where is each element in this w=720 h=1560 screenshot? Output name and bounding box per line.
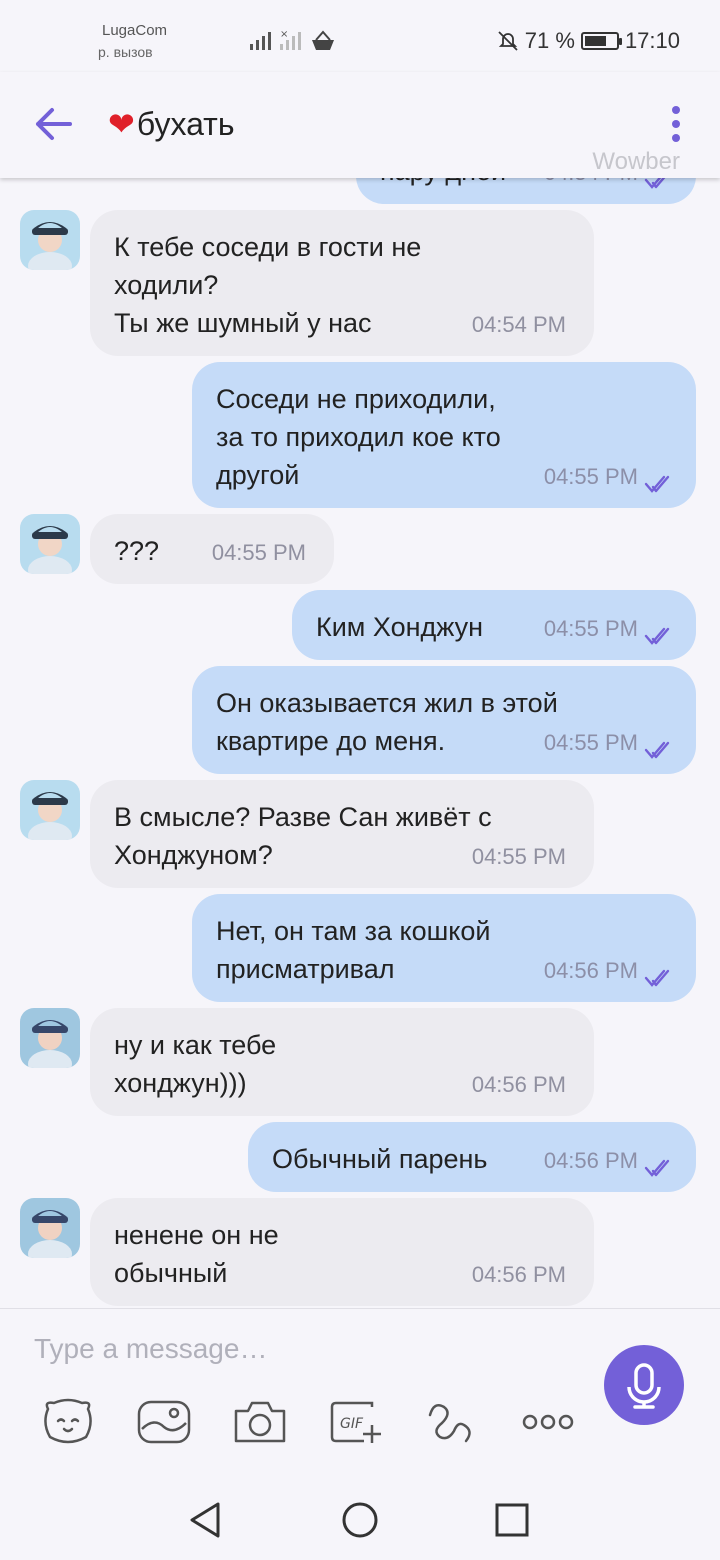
heart-icon: ❤ — [108, 106, 135, 142]
mute-bell-icon — [498, 31, 518, 51]
message-list[interactable]: пару дней04:54 PM К тебе соседи в гости н… — [0, 178, 720, 1308]
outgoing-message[interactable]: Нет, он там за кошкой присматривал 04:56 … — [192, 894, 696, 1002]
status-right: 71 % 17:10 — [497, 28, 680, 54]
battery-icon — [580, 32, 622, 50]
avatar[interactable] — [20, 210, 80, 270]
message-input[interactable] — [34, 1329, 554, 1369]
incoming-message[interactable]: ну и как тебе хонджун))) 04:56 PM — [90, 1008, 594, 1116]
carrier-subtext: р. вызов — [98, 44, 153, 60]
incoming-message[interactable]: ??? 04:55 PM — [90, 514, 334, 584]
camera-icon[interactable] — [232, 1397, 288, 1447]
nav-home-icon[interactable] — [340, 1500, 380, 1540]
message-time: 04:55 PM — [471, 844, 566, 869]
read-ticks-icon — [644, 475, 670, 493]
outgoing-message[interactable]: Соседи не приходили, за то приходил кое … — [192, 362, 696, 508]
outgoing-message[interactable]: Обычный парень 04:56 PM — [248, 1122, 696, 1192]
signal-icon: × — [250, 29, 334, 50]
outgoing-message[interactable]: Он оказывается жил в этой квартире до ме… — [192, 666, 696, 774]
watermark: Wowber — [592, 148, 680, 175]
avatar[interactable] — [20, 1008, 80, 1068]
microphone-button[interactable] — [604, 1345, 684, 1425]
nav-back-icon[interactable] — [186, 1500, 226, 1540]
read-ticks-icon — [644, 1159, 670, 1177]
message-time: 04:55 PM — [543, 616, 638, 641]
message-time: 04:54 PM — [471, 312, 566, 337]
status-bar: LugaCom р. вызов × 71 % 17:10 — [0, 0, 720, 72]
read-ticks-icon — [644, 178, 666, 189]
message-time: 04:55 PM — [211, 540, 306, 565]
gif-icon[interactable]: GIF — [328, 1397, 384, 1447]
battery-percent: 71 % — [524, 28, 575, 53]
message-time: 04:56 PM — [471, 1072, 566, 1097]
more-icon[interactable] — [520, 1397, 576, 1447]
back-arrow-icon[interactable] — [34, 106, 74, 142]
carrier-name: LugaCom — [102, 22, 168, 39]
sticker-icon[interactable] — [40, 1397, 96, 1447]
avatar[interactable] — [20, 780, 80, 840]
chat-title[interactable]: ❤ бухать — [108, 105, 235, 143]
outgoing-message[interactable]: Ким Хонджун 04:55 PM — [292, 590, 696, 660]
read-ticks-icon — [644, 627, 670, 645]
incoming-message[interactable]: К тебе соседи в гости не ходили? Ты же ш… — [90, 210, 594, 356]
message-time: 04:54 PM — [544, 178, 638, 192]
chat-name: бухать — [136, 105, 235, 142]
message-time: 04:55 PM — [543, 730, 638, 755]
doodle-icon[interactable] — [424, 1397, 480, 1447]
message-time: 04:56 PM — [471, 1262, 566, 1287]
nav-recents-icon[interactable] — [492, 1500, 532, 1540]
read-ticks-icon — [644, 969, 670, 987]
message-time: 04:56 PM — [543, 1148, 638, 1173]
message-time: 04:55 PM — [543, 464, 638, 489]
incoming-message[interactable]: В смысле? Разве Сан живёт с Хонджуном? 04… — [90, 780, 594, 888]
svg-text:×: × — [280, 29, 288, 40]
avatar[interactable] — [20, 1198, 80, 1258]
outgoing-message[interactable]: пару дней04:54 PM — [356, 178, 696, 204]
read-ticks-icon — [644, 741, 670, 759]
image-icon[interactable] — [136, 1397, 192, 1447]
incoming-message[interactable]: ненене он не обычный 04:56 PM — [90, 1198, 594, 1306]
system-nav-bar — [0, 1480, 720, 1560]
message-time: 04:56 PM — [543, 958, 638, 983]
clock: 17:10 — [624, 28, 680, 53]
avatar[interactable] — [20, 514, 80, 574]
microphone-icon — [627, 1363, 661, 1409]
chat-header: ❤ бухать Wowber — [0, 72, 720, 178]
composer: GIF — [0, 1308, 720, 1480]
more-options-icon[interactable] — [668, 106, 684, 142]
gif-label: GIF — [340, 1416, 364, 1432]
